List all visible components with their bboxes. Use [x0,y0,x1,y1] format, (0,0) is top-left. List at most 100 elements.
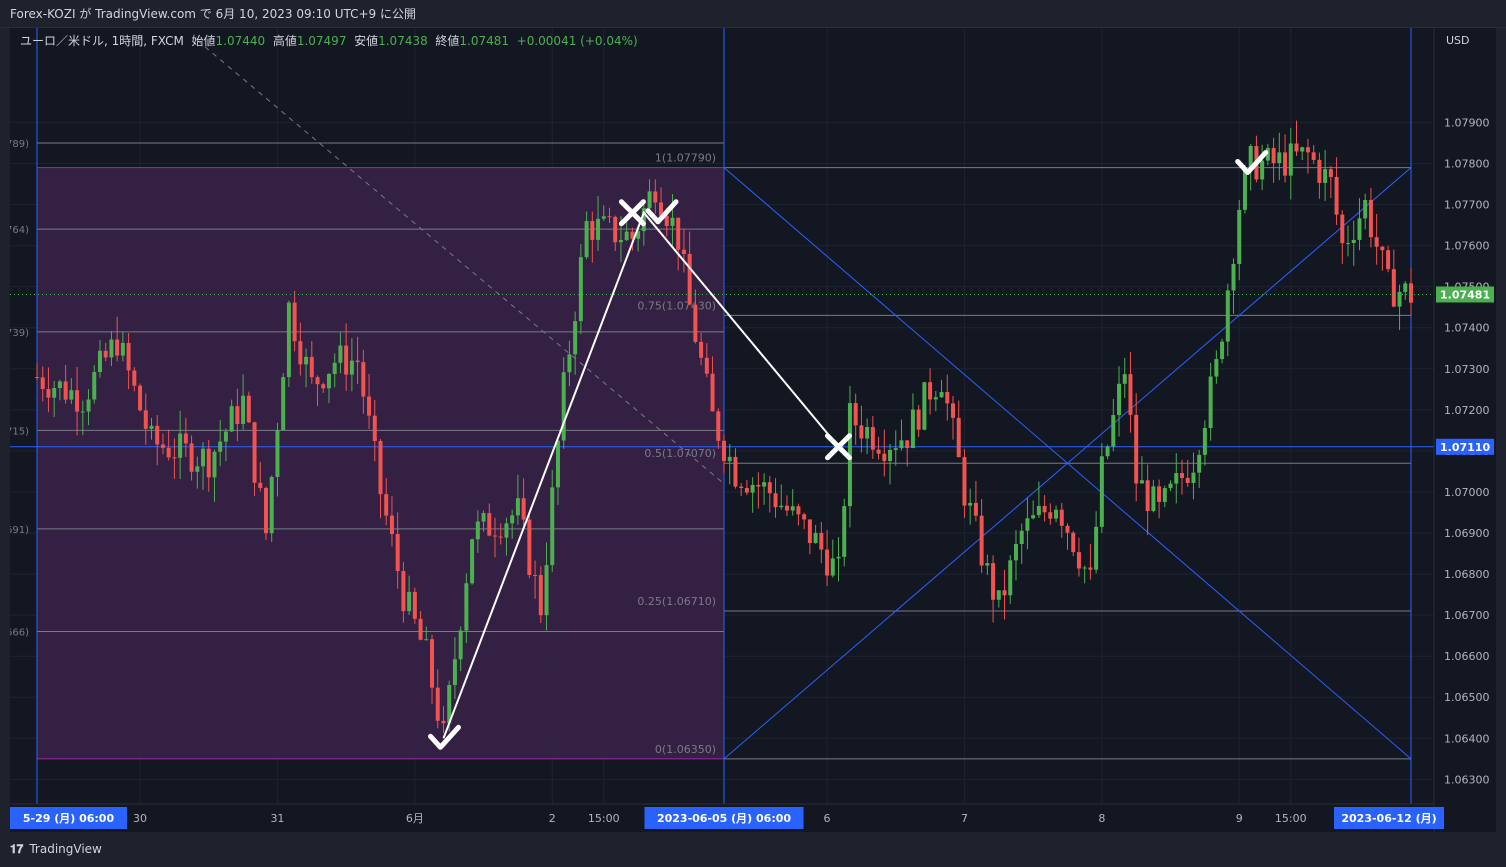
candle-body [1380,246,1385,251]
candle-body [401,571,406,612]
candle-body [464,583,469,631]
candle-body [504,523,509,538]
candle-body [1208,376,1213,428]
candle-body [1374,237,1379,247]
candle-body [647,191,652,209]
candle-body [596,218,601,240]
candle-body [842,506,847,557]
candle-body [69,390,74,400]
candle-body [487,513,492,536]
candle-body [521,498,526,520]
candle-body [1242,170,1247,210]
candle-body [704,357,709,374]
candle-body [544,565,549,616]
candle-body [739,486,744,489]
candle-body [578,257,583,322]
time-tick-label: 15:00 [588,812,620,825]
price-tick-label: 1.07600 [1444,240,1490,253]
price-chart[interactable]: 789) 764) 739) 715) 691) 666) 1(1.07790) 0.75(1… [10,28,1496,832]
candle-body [475,521,480,540]
candle-body [590,221,595,240]
chart-area[interactable]: 789) 764) 739) 715) 691) 666) 1(1.07790) 0.75(1… [10,28,1496,832]
price-tick-label: 1.06900 [1444,527,1490,540]
price-tick-label: 1.06700 [1444,609,1490,622]
candle-body [922,382,927,430]
candle-body [126,342,131,371]
candle-body [733,456,738,487]
candle-body [882,453,887,462]
candle-body [1294,143,1299,152]
candle-body [206,448,211,478]
candle-body [1054,509,1059,519]
currency-label: USD [1446,34,1470,47]
price-tick-label: 1.07800 [1444,157,1490,170]
fib-left-label: 666) [10,628,29,639]
candle-body [367,396,372,416]
candle-body [315,377,320,385]
change-value: +0.00041 (+0.04%) [516,34,638,48]
candle-body [1065,525,1070,533]
candle-body [1237,209,1242,264]
candle-body [1071,532,1076,553]
brand-name[interactable]: TradingView [29,842,102,856]
candle-body [762,482,767,487]
fib-left-label: 691) [10,525,29,536]
candle-body [1180,473,1184,478]
candle-body [1231,263,1236,291]
candle-body [527,519,532,575]
time-tick-label: 8 [1098,812,1105,825]
symbol-label[interactable]: ユーロ／米ドル, 1時間, FXCM [20,34,184,48]
tradingview-logo-icon[interactable]: 𝟏𝟕 [10,832,23,867]
candle-body [1168,483,1173,489]
candle-body [160,444,165,448]
candle-body [372,415,377,442]
candle-body [1036,505,1041,516]
high-value: 1.07497 [296,34,347,48]
candle-body [1220,341,1225,360]
candle-body [899,440,904,449]
candle-body [178,433,183,458]
low-value: 1.07438 [378,34,428,48]
candle-body [103,350,108,358]
candle-body [968,502,973,506]
candle-body [80,411,85,413]
candle-body [258,482,263,488]
candle-body [722,440,726,462]
crosshair-price-value: 1.07110 [1440,441,1490,454]
candle-body [951,403,955,418]
candle-body [819,532,824,550]
candle-body [407,591,412,612]
candle-body [825,549,830,576]
candle-body [607,216,612,218]
candle-body [281,377,286,431]
candle-body [699,341,704,358]
candle-body [57,381,62,388]
candle-body [332,362,337,374]
candle-body [1197,454,1202,473]
candle-body [716,411,721,441]
candle-body [1157,486,1162,502]
candle-body [264,487,268,534]
fib-right-label: 0(1.06350) [655,743,716,756]
candle-body [979,515,984,566]
candle-body [109,339,114,358]
candle-body [784,505,789,511]
candle-body [298,341,303,365]
candle-body [1311,152,1316,160]
candle-body [149,425,154,429]
candle-body [498,536,503,538]
candle-body [246,395,251,423]
time-highlight-label: 2023-06-12 (月) [1341,812,1436,825]
candle-body [321,384,326,389]
candle-body [384,494,389,516]
time-tick-label: 9 [1236,812,1243,825]
candle-body [441,720,446,724]
candle-body [418,618,423,640]
candle-body [670,217,675,226]
candle-body [687,254,692,305]
candle-body [1214,359,1219,377]
candle-body [481,513,486,522]
candle-body [223,431,228,442]
current-price-value: 1.07481 [1440,288,1490,301]
candle-body [166,447,171,458]
